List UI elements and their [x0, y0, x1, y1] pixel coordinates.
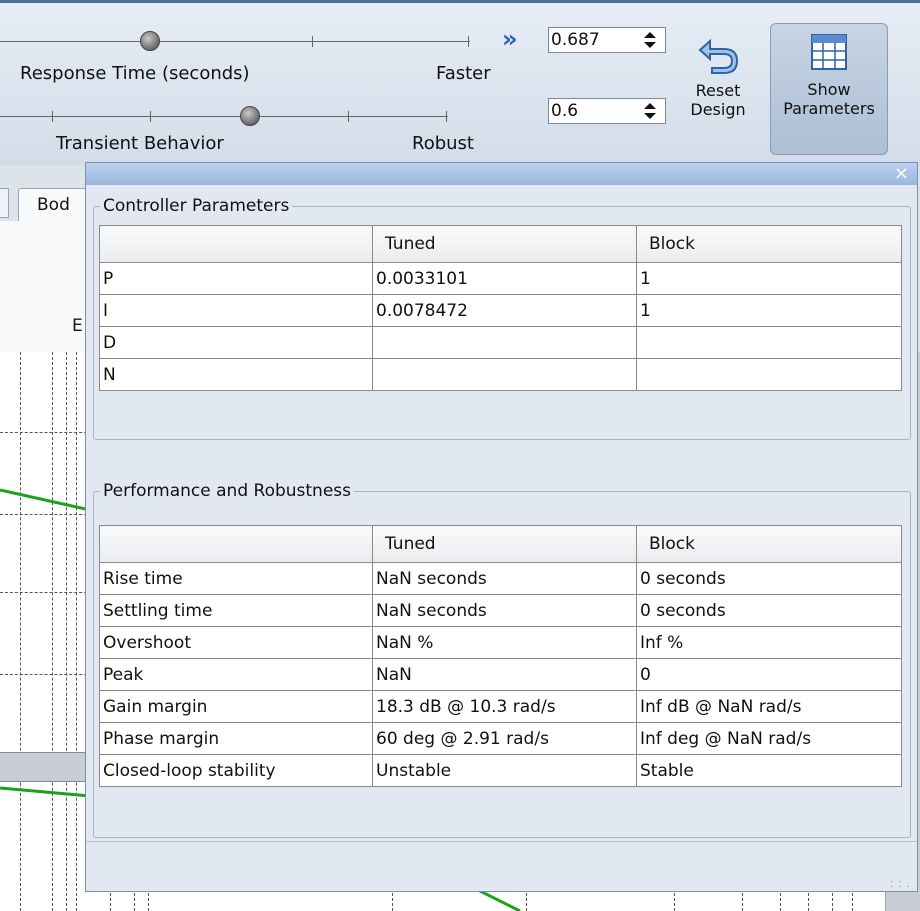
table-row: Overshoot NaN % Inf % — [99, 626, 902, 659]
resize-grip-icon[interactable]: . .. . . — [890, 875, 911, 890]
reset-label-line1: Reset — [695, 81, 741, 100]
block-value: 0 — [636, 658, 902, 691]
show-parameters-button[interactable]: Show Parameters — [770, 23, 888, 155]
transient-behavior-spinner[interactable]: 0.6 — [548, 98, 666, 124]
transient-behavior-label: Transient Behavior — [56, 133, 224, 154]
slider-tick — [446, 111, 447, 122]
slider-track — [0, 116, 448, 117]
column-header[interactable] — [99, 225, 373, 263]
panel-titlebar[interactable]: × — [86, 163, 917, 185]
metric-name: Gain margin — [99, 690, 373, 723]
performance-robustness-table: Tuned Block Rise time NaN seconds 0 seco… — [99, 525, 902, 787]
block-value[interactable]: 1 — [636, 294, 902, 327]
tuned-value: NaN seconds — [372, 594, 637, 627]
undo-arrow-icon — [698, 38, 739, 74]
slider-tick — [348, 111, 349, 122]
table-row: Phase margin 60 deg @ 2.91 rad/s Inf deg… — [99, 722, 902, 755]
slider-tick — [52, 111, 53, 122]
table-row[interactable]: I 0.0078472 1 — [99, 294, 902, 327]
parameter-name: P — [99, 262, 373, 295]
parameter-name: N — [99, 358, 373, 391]
metric-name: Overshoot — [99, 626, 373, 659]
parameters-panel: × Controller Parameters Tuned Block P 0.… — [85, 162, 918, 892]
block-value[interactable] — [636, 358, 902, 391]
reset-design-button[interactable]: Reset Design — [680, 29, 756, 153]
spinner-arrows-icon[interactable] — [643, 102, 657, 120]
table-row: Rise time NaN seconds 0 seconds — [99, 562, 902, 595]
block-value: Inf % — [636, 626, 902, 659]
close-icon[interactable]: × — [894, 163, 909, 184]
panel-footer-divider — [86, 841, 917, 842]
slider-tick — [150, 111, 151, 122]
response-time-spinner[interactable]: 0.687 — [548, 27, 666, 53]
table-row[interactable]: N — [99, 358, 902, 391]
block-value[interactable]: 1 — [636, 262, 902, 295]
metric-name: Closed-loop stability — [99, 754, 373, 787]
slider-tick — [312, 36, 313, 47]
parameter-name: I — [99, 294, 373, 327]
response-time-knob[interactable] — [140, 31, 160, 51]
tuned-value: 60 deg @ 2.91 rad/s — [372, 722, 637, 755]
table-row[interactable]: D — [99, 326, 902, 359]
table-row[interactable]: P 0.0033101 1 — [99, 262, 902, 295]
column-header[interactable]: Block — [636, 225, 902, 263]
column-header[interactable]: Tuned — [372, 525, 637, 563]
transient-behavior-knob[interactable] — [240, 106, 260, 126]
tuned-value: NaN — [372, 658, 637, 691]
tuned-value: Unstable — [372, 754, 637, 787]
metric-name: Settling time — [99, 594, 373, 627]
show-label-line1: Show — [807, 80, 851, 99]
block-value: Stable — [636, 754, 902, 787]
tuned-value[interactable] — [372, 326, 637, 359]
response-time-label: Response Time (seconds) — [20, 63, 250, 84]
slider-track — [0, 41, 470, 42]
block-value[interactable] — [636, 326, 902, 359]
tuned-value[interactable]: 0.0033101 — [372, 262, 637, 295]
tuned-value[interactable]: 0.0078472 — [372, 294, 637, 327]
robust-label: Robust — [412, 133, 474, 154]
table-row: Settling time NaN seconds 0 seconds — [99, 594, 902, 627]
faster-label: Faster — [436, 63, 491, 84]
spinner-arrows-icon[interactable] — [643, 31, 657, 49]
show-label-line2: Parameters — [783, 99, 875, 118]
column-header[interactable]: Tuned — [372, 225, 637, 263]
tab-edge — [0, 188, 9, 218]
block-value: Inf deg @ NaN rad/s — [636, 722, 902, 755]
tuned-value[interactable] — [372, 358, 637, 391]
tuned-value: NaN seconds — [372, 562, 637, 595]
controller-parameters-title: Controller Parameters — [103, 196, 290, 216]
block-value: 0 seconds — [636, 594, 902, 627]
block-value: 0 seconds — [636, 562, 902, 595]
performance-robustness-title: Performance and Robustness — [103, 481, 352, 501]
axis-label-fragment: E — [72, 316, 83, 336]
parameter-name: D — [99, 326, 373, 359]
table-row: Gain margin 18.3 dB @ 10.3 rad/s Inf dB … — [99, 690, 902, 723]
tuned-value: 18.3 dB @ 10.3 rad/s — [372, 690, 637, 723]
double-chevron-right-icon[interactable]: » — [502, 25, 518, 53]
toolstrip: Response Time (seconds) Faster Transient… — [0, 0, 920, 165]
tuned-value: NaN % — [372, 626, 637, 659]
block-value: Inf dB @ NaN rad/s — [636, 690, 902, 723]
table-header-row: Tuned Block — [99, 225, 902, 263]
table-row: Closed-loop stability Unstable Stable — [99, 754, 902, 787]
metric-name: Phase margin — [99, 722, 373, 755]
metric-name: Peak — [99, 658, 373, 691]
table-header-row: Tuned Block — [99, 525, 902, 563]
controller-parameters-table: Tuned Block P 0.0033101 1 I 0.0078472 1 … — [99, 225, 902, 391]
table-row: Peak NaN 0 — [99, 658, 902, 691]
slider-tick — [468, 36, 469, 47]
reset-label-line2: Design — [690, 100, 746, 119]
column-header[interactable] — [99, 525, 373, 563]
transient-behavior-value[interactable]: 0.6 — [551, 101, 578, 121]
tab-bode-label: Bod — [37, 195, 70, 215]
table-grid-icon — [811, 34, 847, 70]
response-time-value[interactable]: 0.687 — [551, 30, 600, 50]
metric-name: Rise time — [99, 562, 373, 595]
column-header[interactable]: Block — [636, 525, 902, 563]
